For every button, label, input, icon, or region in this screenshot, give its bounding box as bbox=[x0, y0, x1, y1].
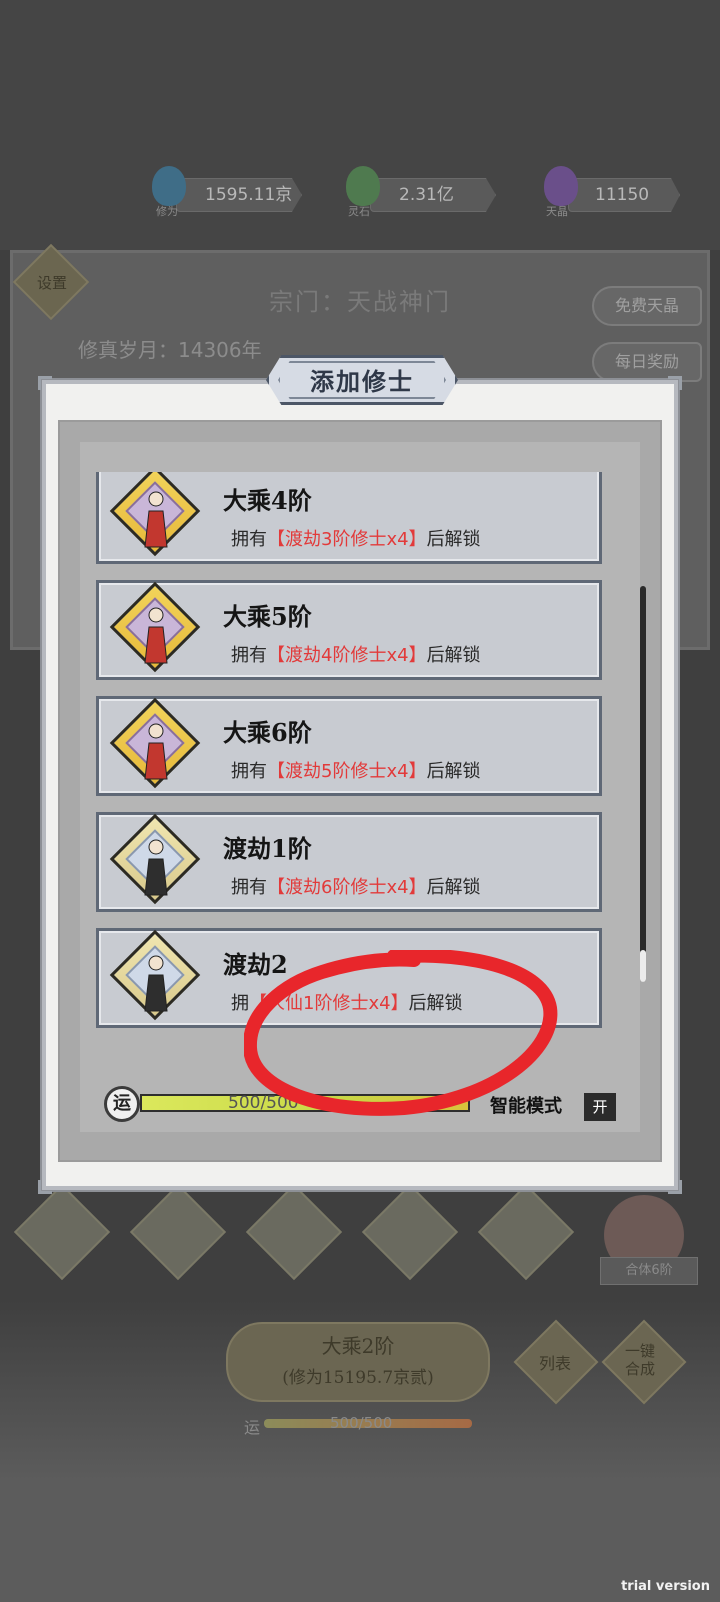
req-suffix: 后解锁 bbox=[426, 529, 481, 550]
req-prefix: 拥有 bbox=[231, 761, 267, 782]
cultivator-name: 渡劫1阶 bbox=[223, 834, 312, 863]
flame-icon bbox=[152, 166, 186, 206]
avatar-label: 合体6阶 bbox=[600, 1257, 698, 1285]
luck-bar-fill bbox=[142, 1096, 468, 1110]
free-crystal-button[interactable]: 免费天晶 bbox=[592, 286, 702, 326]
req-prefix: 拥有 bbox=[231, 877, 267, 898]
cultivator-name: 大乘6阶 bbox=[223, 718, 312, 747]
modal-corner bbox=[38, 1180, 52, 1194]
smart-mode-label: 智能模式 bbox=[490, 1096, 562, 1117]
luck-icon: 运 bbox=[104, 1086, 140, 1122]
merge-button-label: 一键合成 bbox=[624, 1342, 655, 1378]
resource-value-box: 11150 bbox=[568, 178, 680, 212]
list-button-label: 列表 bbox=[538, 1354, 571, 1373]
list-item[interactable]: 大乘4阶 拥有【渡劫3阶修士x4】后解锁 bbox=[96, 472, 602, 564]
req-prefix: 拥有 bbox=[231, 645, 267, 666]
req-condition: 【渡劫4阶修士x4】 bbox=[267, 645, 427, 666]
unlock-requirement: 拥有【渡劫4阶修士x4】后解锁 bbox=[231, 641, 481, 667]
cultivation-years: 修真岁月：14306年 bbox=[78, 338, 262, 362]
modal-corner bbox=[668, 376, 682, 390]
list-item[interactable]: 渡劫1阶 拥有【渡劫6阶修士x4】后解锁 bbox=[96, 812, 602, 912]
req-prefix: 拥有 bbox=[231, 529, 267, 550]
modal-title: 添加修士 bbox=[310, 367, 414, 396]
cultivator-figure-icon bbox=[144, 491, 168, 548]
modal-corner bbox=[38, 376, 52, 390]
req-prefix: 拥 bbox=[231, 993, 249, 1014]
cultivator-name: 大乘4阶 bbox=[223, 486, 312, 515]
resource-value-box: 1595.11京贰 bbox=[176, 178, 302, 212]
req-suffix: 后解锁 bbox=[408, 993, 463, 1014]
list-item[interactable]: 大乘6阶 拥有【渡劫5阶修士x4】后解锁 bbox=[96, 696, 602, 796]
cultivator-slot[interactable] bbox=[129, 1183, 227, 1281]
req-suffix: 后解锁 bbox=[426, 877, 481, 898]
cultivator-name: 大乘5阶 bbox=[223, 602, 312, 631]
buy-cultivator-button[interactable]: 大乘2阶 (修为15195.7京贰) bbox=[226, 1322, 490, 1402]
cultivator-slot[interactable] bbox=[477, 1183, 575, 1281]
luck-bar bbox=[140, 1094, 470, 1112]
daily-reward-button[interactable]: 每日奖励 bbox=[592, 342, 702, 382]
cultivator-figure-icon bbox=[144, 839, 168, 896]
smart-mode-toggle[interactable]: 开 bbox=[584, 1093, 616, 1121]
watermark: trial version bbox=[621, 1579, 710, 1594]
bottom-luck-label: 运 bbox=[244, 1418, 261, 1437]
modal-corner bbox=[668, 1180, 682, 1194]
cultivator-slot[interactable] bbox=[361, 1183, 459, 1281]
cultivator-name: 渡劫2 bbox=[223, 950, 288, 979]
unlock-requirement: 拥有【渡劫6阶修士x4】后解锁 bbox=[231, 873, 481, 899]
unlock-requirement: 拥有【渡劫5阶修士x4】后解锁 bbox=[231, 757, 481, 783]
crystal-icon bbox=[346, 166, 380, 206]
resource-value: 11150 bbox=[595, 185, 650, 205]
buy-level: 大乘2阶 bbox=[321, 1334, 395, 1358]
cultivator-figure-icon bbox=[144, 607, 168, 664]
req-condition: 【人仙1阶修士x4】 bbox=[249, 993, 409, 1014]
buy-cost: (修为15195.7京贰) bbox=[282, 1368, 434, 1388]
list-item[interactable]: 大乘5阶 拥有【渡劫4阶修士x4】后解锁 bbox=[96, 580, 602, 680]
list-item[interactable]: 渡劫2 拥【人仙1阶修士x4】后解锁 bbox=[96, 928, 602, 1028]
list-scrollbar[interactable] bbox=[640, 586, 646, 982]
req-condition: 【渡劫5阶修士x4】 bbox=[267, 761, 427, 782]
list-scrollbar-thumb[interactable] bbox=[640, 950, 646, 982]
gem-icon bbox=[544, 166, 578, 206]
cultivator-list[interactable]: 大乘4阶 拥有【渡劫3阶修士x4】后解锁 大乘5阶 拥有【渡劫4阶修士x4】后解… bbox=[94, 472, 620, 1032]
resource-value-box: 2.31亿 bbox=[370, 178, 496, 212]
cultivator-slot[interactable] bbox=[245, 1183, 343, 1281]
bottom-luck-value: 500/500 bbox=[330, 1414, 393, 1432]
unlock-requirement: 拥【人仙1阶修士x4】后解锁 bbox=[231, 989, 463, 1015]
req-suffix: 后解锁 bbox=[426, 645, 481, 666]
resource-label: 天晶 bbox=[546, 205, 568, 218]
unlock-requirement: 拥有【渡劫3阶修士x4】后解锁 bbox=[231, 525, 481, 551]
cultivator-figure-icon bbox=[144, 723, 168, 780]
luck-value: 500/500 bbox=[228, 1093, 299, 1113]
resource-label: 灵石 bbox=[348, 205, 370, 218]
cultivator-figure-icon bbox=[144, 955, 168, 1012]
resource-label: 修为 bbox=[156, 205, 178, 218]
req-suffix: 后解锁 bbox=[426, 761, 481, 782]
resource-value: 2.31亿 bbox=[399, 185, 454, 205]
req-condition: 【渡劫3阶修士x4】 bbox=[267, 529, 427, 550]
req-condition: 【渡劫6阶修士x4】 bbox=[267, 877, 427, 898]
cultivator-slot[interactable] bbox=[13, 1183, 111, 1281]
